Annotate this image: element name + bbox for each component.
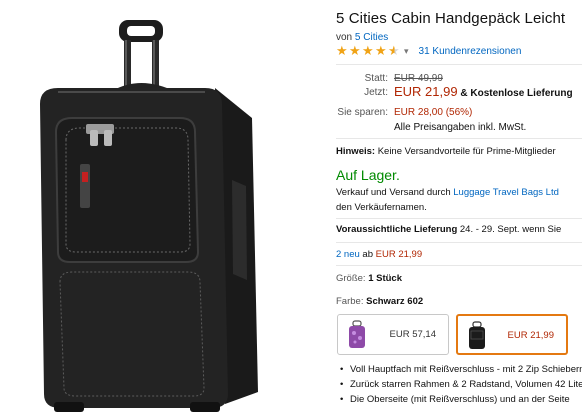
offers-from: ab: [362, 249, 373, 260]
chevron-down-icon[interactable]: ▾: [404, 46, 409, 57]
free-shipping[interactable]: & Kostenlose Lieferung: [460, 88, 572, 99]
vat-row: Alle Preisangaben inkl. MwSt.: [336, 122, 582, 133]
list-item: Die Oberseite (mit Reißverschluss) und a…: [340, 392, 582, 407]
feature-bullets: Voll Hauptfach mit Reißverschluss - mit …: [340, 362, 582, 407]
delivery-dates: 24. - 29. Sept. wenn Sie: [459, 224, 562, 235]
list-item: Voll Hauptfach mit Reißverschluss - mit …: [340, 362, 582, 377]
hint-text: Keine Versandvorteile für Prime-Mitglied…: [377, 146, 556, 157]
hint-line: Hinweis: Keine Versandvorteile für Prime…: [336, 146, 556, 157]
color-label: Farbe:: [336, 296, 364, 307]
brand-link[interactable]: 5 Cities: [355, 32, 388, 43]
hint-label: Hinweis:: [336, 146, 376, 157]
size-selector: Größe: 1 Stück: [336, 273, 402, 284]
by-prefix: von: [336, 32, 353, 43]
product-info: 5 Cities Cabin Handgepäck Leicht von 5 C…: [336, 0, 582, 419]
seller-link[interactable]: Luggage Travel Bags Ltd: [453, 187, 559, 198]
new-offers-link[interactable]: 2 neu: [336, 249, 360, 260]
divider: [336, 242, 582, 243]
current-price: EUR 21,99: [394, 84, 458, 99]
rating-row: ★ ★ ★ ★ ★ ▾ 31 Kundenrezensionen: [336, 44, 521, 58]
divider: [336, 138, 582, 139]
product-title: 5 Cities Cabin Handgepäck Leicht: [336, 10, 566, 27]
swatch-price: EUR 21,99: [507, 330, 554, 341]
list-price: EUR 49,99: [394, 73, 443, 84]
savings-row: Sie sparen: EUR 28,00 (56%): [336, 107, 582, 118]
star-rating[interactable]: ★ ★ ★ ★ ★: [336, 43, 401, 58]
list-price-row: Statt: EUR 49,99: [336, 73, 582, 84]
savings-value: EUR 28,00 (56%): [394, 107, 473, 118]
savings-label: Sie sparen:: [337, 107, 388, 118]
offers-price: EUR 21,99: [375, 249, 423, 260]
seller-info: Verkauf und Versand durch Luggage Travel…: [336, 185, 559, 215]
divider: [336, 265, 582, 266]
other-offers: 2 neu ab EUR 21,99: [336, 249, 422, 260]
divider: [336, 218, 582, 219]
list-item: Zurück starren Rahmen & 2 Radstand, Volu…: [340, 377, 582, 392]
star-half-icon: ★: [388, 43, 400, 58]
delivery-label: Voraussichtliche Lieferung: [336, 224, 458, 235]
delivery-estimate: Voraussichtliche Lieferung 24. - 29. Sep…: [336, 224, 561, 235]
current-price-label: Jetzt:: [364, 87, 388, 98]
list-price-label: Statt:: [364, 73, 388, 84]
star-icon: ★: [336, 43, 348, 58]
seller-suffix: den Verkäufernamen.: [336, 202, 427, 213]
size-value: 1 Stück: [368, 273, 402, 284]
seller-prefix: Verkauf und Versand durch: [336, 187, 451, 198]
color-selector: Farbe: Schwarz 602: [336, 296, 423, 307]
suitcase-illustration: [40, 20, 258, 412]
star-icon: ★: [349, 43, 361, 58]
product-image[interactable]: [0, 0, 325, 419]
size-label: Größe:: [336, 273, 366, 284]
brand-line: von 5 Cities: [336, 32, 388, 43]
suitcase-thumb-icon: [349, 320, 365, 348]
swatch-price: EUR 57,14: [389, 329, 436, 340]
current-price-row: Jetzt: EUR 21,99 & Kostenlose Lieferung: [336, 84, 582, 99]
star-icon: ★: [362, 43, 374, 58]
suitcase-thumb-icon: [469, 321, 485, 349]
stock-status: Auf Lager.: [336, 167, 400, 183]
divider: [336, 64, 582, 65]
reviews-link[interactable]: 31 Kundenrezensionen: [419, 46, 522, 57]
star-icon: ★: [375, 43, 387, 58]
color-value: Schwarz 602: [366, 296, 424, 307]
vat-note: Alle Preisangaben inkl. MwSt.: [394, 122, 527, 133]
color-swatch-black[interactable]: EUR 21,99: [456, 314, 568, 355]
color-swatch-purple[interactable]: EUR 57,14: [337, 314, 449, 355]
